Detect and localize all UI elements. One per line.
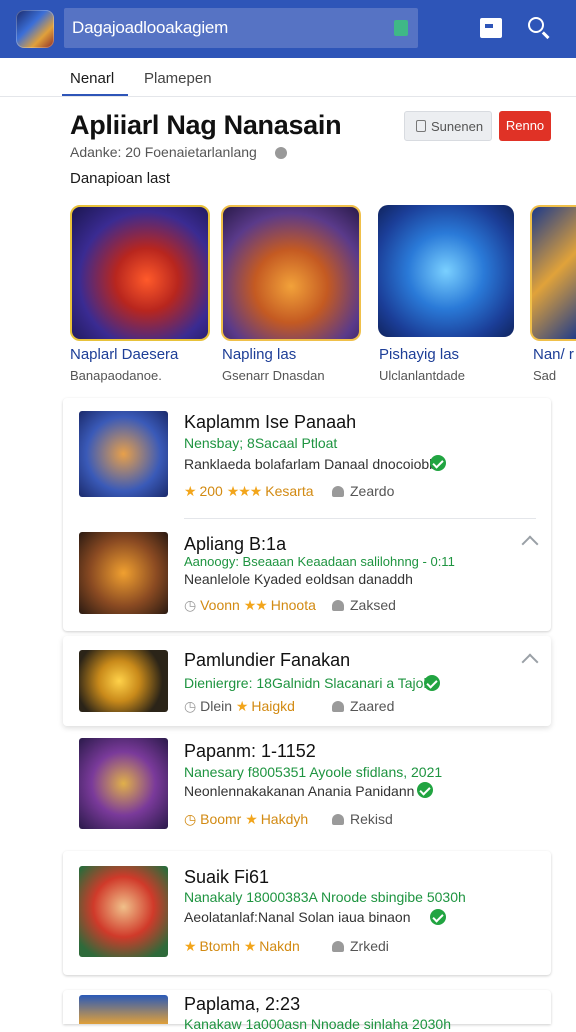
- page-subline: Adanke: 20 Foenaietarlanlang: [70, 144, 257, 160]
- section-label: Danapioan last: [70, 170, 171, 187]
- verified-icon: [430, 909, 446, 925]
- heart-icon: [332, 600, 344, 611]
- list-item-rating: ◷ Boomr ★ Hakdyh: [184, 811, 308, 828]
- app-logo-icon[interactable]: [16, 10, 54, 48]
- star-icon: ★: [184, 938, 197, 954]
- tab-plamepen[interactable]: Plamepen: [144, 70, 212, 87]
- rating-value: Boomr: [200, 811, 242, 827]
- list-item-rating: ◷ Voonn ★★ Hnoota: [184, 597, 316, 614]
- star-icon: ★: [243, 938, 257, 954]
- list-item-description: Ranklaeda bolafarlam Danaal dnocoiobb: [184, 456, 437, 472]
- list-item-meta: Kanakaw 1a000asn Nnoade sinlaha 2030h: [184, 1016, 451, 1032]
- featured-tile-2[interactable]: [221, 205, 361, 341]
- divider: [184, 518, 536, 519]
- list-item-title[interactable]: Apliang B:1a: [184, 534, 286, 555]
- verified-icon: [417, 782, 433, 798]
- search-input[interactable]: Dagajoadlooakagiem: [64, 8, 418, 48]
- list-item-meta: Nanakaly 18000383A Nroode sbingibe 5030h: [184, 889, 466, 905]
- list-item-title[interactable]: Paplama, 2:23: [184, 994, 300, 1015]
- list-item-image[interactable]: [79, 995, 168, 1024]
- rating-label: Haigkd: [251, 698, 295, 714]
- list-item-title[interactable]: Kaplamm Ise Panaah: [184, 412, 356, 433]
- page-title: Apliiarl Nag Nanasain: [70, 110, 342, 140]
- bookmark-small-icon: [416, 120, 426, 132]
- rating-label: Kesarta: [265, 483, 314, 499]
- list-item-image[interactable]: [79, 866, 168, 957]
- list-item-likes[interactable]: Zaksed: [332, 597, 396, 613]
- verified-icon: [424, 675, 440, 691]
- likes-value: Rekisd: [350, 811, 393, 827]
- heart-icon: [332, 701, 344, 712]
- rating-label: Nakdn: [259, 938, 300, 954]
- heart-icon: [332, 486, 344, 497]
- list-item-title[interactable]: Suaik Fi61: [184, 867, 269, 888]
- list-item-image[interactable]: [79, 738, 168, 829]
- featured-tile-3[interactable]: [378, 205, 514, 337]
- star-icon: ★: [184, 483, 197, 499]
- likes-value: Zeardo: [350, 483, 395, 499]
- featured-title-4[interactable]: Nan/ r: [533, 346, 574, 363]
- featured-subtitle-4: Sad: [533, 368, 557, 383]
- stars-icon: ★★★: [226, 483, 263, 499]
- search-icon[interactable]: [524, 14, 554, 44]
- rating-value: Voonn: [200, 597, 240, 613]
- clock-icon: ◷: [184, 698, 197, 714]
- likes-value: Zaksed: [350, 597, 396, 613]
- list-item-meta: Nensbay; 8Sacaal Ptloat: [184, 435, 338, 451]
- heart-icon: [332, 941, 344, 952]
- list-item-image[interactable]: [79, 650, 168, 712]
- rating-value: 200: [199, 483, 223, 499]
- featured-title-1[interactable]: Naplarl Daesera: [70, 346, 178, 363]
- list-item-likes[interactable]: Zaared: [332, 698, 394, 714]
- star-icon: ★: [245, 811, 258, 827]
- featured-title-3[interactable]: Pishayig las: [379, 346, 459, 363]
- likes-value: Zaared: [350, 698, 395, 714]
- list-item-likes[interactable]: Rekisd: [332, 811, 393, 827]
- stars-icon: ★★: [243, 597, 268, 613]
- featured-subtitle-2: Gsenarr Dnasdan: [222, 368, 325, 383]
- action-button[interactable]: Renno: [499, 111, 551, 141]
- heart-icon: [332, 814, 344, 825]
- list-item-rating: ★ 200 ★★★ Kesarta: [184, 483, 314, 500]
- list-item-meta: Nanesary f8005351 Ayoole sfidlans, 2021: [184, 764, 443, 780]
- rating-value: Dlein: [200, 698, 233, 714]
- active-tab-indicator: [62, 94, 128, 96]
- list-item-image[interactable]: [79, 411, 168, 497]
- subscribe-button[interactable]: Sunenen: [404, 111, 492, 141]
- subscribe-label: Sunenen: [431, 119, 484, 134]
- verified-icon: [430, 455, 446, 471]
- rating-value: Btomh: [199, 938, 240, 954]
- featured-tile-1[interactable]: [70, 205, 210, 341]
- search-text: Dagajoadlooakagiem: [72, 18, 229, 37]
- list-item-image[interactable]: [79, 532, 168, 614]
- rating-label: Hnoota: [270, 597, 316, 613]
- list-item-rating: ◷ Dlein ★ Haigkd: [184, 698, 295, 715]
- tab-nenarl[interactable]: Nenarl: [70, 70, 114, 87]
- bookmark-icon[interactable]: [476, 14, 506, 44]
- featured-title-2[interactable]: Napling las: [222, 346, 296, 363]
- clock-icon: ◷: [184, 811, 197, 827]
- featured-subtitle-1: Banapaodanoe.: [70, 368, 162, 383]
- list-item-description: Neonlennakakanan Anania Panidann: [184, 783, 415, 799]
- list-item-title[interactable]: Papanm: 1-1152: [184, 741, 316, 762]
- list-item-description: Neanlelole Kyaded eoldsan danaddh: [184, 571, 413, 587]
- list-item-likes[interactable]: Zrkedi: [332, 938, 389, 954]
- info-icon[interactable]: [275, 147, 287, 159]
- list-item-description: Aeolatanlaf:Nanal Solan iaua binaon: [184, 909, 411, 925]
- list-item-likes[interactable]: Zeardo: [332, 483, 394, 499]
- list-item-meta: Aanoogy: Bseaaan Keaadaan salilohnng - 0…: [184, 554, 455, 569]
- featured-tile-4[interactable]: [530, 205, 576, 341]
- clock-icon: ◷: [184, 597, 197, 613]
- search-badge-icon: [394, 20, 408, 36]
- tab-bar: Nenarl Plamepen: [0, 58, 576, 97]
- rating-label: Hakdyh: [260, 811, 309, 827]
- star-icon: ★: [235, 698, 249, 714]
- likes-value: Zrkedi: [350, 938, 389, 954]
- list-item-meta: Dieniergre: 18Galnidn Slacanari a Tajol: [184, 675, 427, 691]
- list-item-title[interactable]: Pamlundier Fanakan: [184, 650, 350, 671]
- featured-subtitle-3: Ulclanlantdade: [379, 368, 466, 383]
- app-bar: Dagajoadlooakagiem: [0, 0, 576, 58]
- list-item-rating: ★ Btomh ★ Nakdn: [184, 938, 300, 955]
